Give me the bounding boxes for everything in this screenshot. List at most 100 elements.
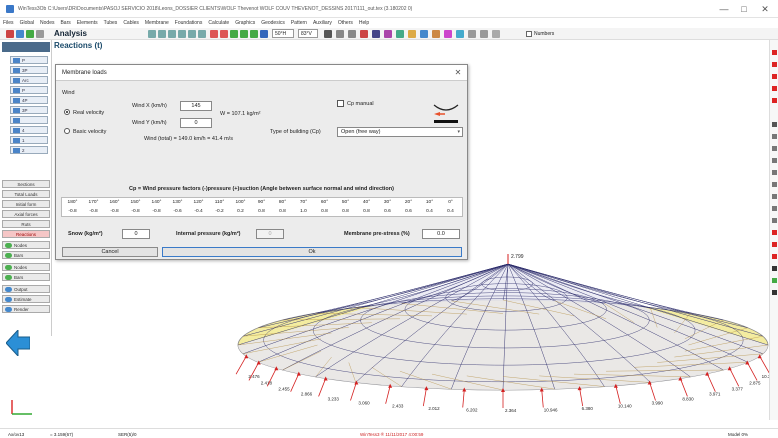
tool-icon[interactable] [772, 266, 777, 271]
check-icon[interactable] [480, 30, 488, 38]
menu-item[interactable]: Others [335, 18, 356, 26]
cp-value-cell[interactable]: -0.4 [191, 207, 206, 216]
reaction-marker-icon[interactable] [772, 74, 777, 79]
close-icon[interactable]: ✕ [452, 67, 464, 79]
tool-icon[interactable] [772, 242, 777, 247]
sidebar-tool-button[interactable]: P [10, 86, 48, 94]
nav-bars-2[interactable]: Bars [2, 273, 50, 281]
cp-value-cell[interactable]: 0.8 [254, 207, 269, 216]
cancel-button[interactable]: Cancel [62, 247, 158, 257]
measure-icon[interactable] [360, 30, 368, 38]
menu-item[interactable]: Nodes [37, 18, 57, 26]
render-icon[interactable] [444, 30, 452, 38]
sidebar-tool-button[interactable]: Arc [10, 76, 48, 84]
grid-icon[interactable] [336, 30, 344, 38]
menu-item[interactable]: Pattern [288, 18, 310, 26]
tool-icon[interactable] [772, 194, 777, 199]
wind-x-input[interactable]: 145 [180, 101, 212, 111]
menu-item[interactable]: Help [356, 18, 372, 26]
cp-value-cell[interactable]: 0.6 [380, 207, 395, 216]
menu-item[interactable]: Elements [74, 18, 101, 26]
cp-value-cell[interactable]: -0.6 [170, 207, 185, 216]
nav-render[interactable]: Render [2, 305, 50, 313]
zoom-window-icon[interactable] [220, 30, 228, 38]
cp-value-cell[interactable]: 0.8 [275, 207, 290, 216]
building-type-select[interactable]: Open (free way) ▾ [337, 127, 463, 137]
view-icon[interactable] [158, 30, 166, 38]
export-icon[interactable] [456, 30, 464, 38]
nav-initial-form[interactable]: Initial form [2, 200, 50, 208]
rotate-icon[interactable] [230, 30, 238, 38]
layers-icon[interactable] [324, 30, 332, 38]
cp-value-cell[interactable]: -0.8 [149, 207, 164, 216]
cp-value-cell[interactable]: -0.8 [86, 207, 101, 216]
cp-value-cell[interactable]: 0.8 [317, 207, 332, 216]
prestress-input[interactable]: 0.0 [422, 229, 460, 239]
internal-pressure-input[interactable]: 0 [256, 229, 284, 239]
save-file-icon[interactable] [26, 30, 34, 38]
horizontal-angle-select[interactable]: 50°H [272, 29, 294, 38]
sidebar-tool-button[interactable]: 2 [10, 146, 48, 154]
nav-sections[interactable]: Sections [2, 180, 50, 188]
shade-icon[interactable] [432, 30, 440, 38]
tool-icon[interactable] [772, 182, 777, 187]
menu-item[interactable]: Files [0, 18, 17, 26]
sidebar-tool-button[interactable] [10, 116, 48, 124]
minimize-button[interactable]: — [716, 3, 732, 15]
view-icon[interactable] [178, 30, 186, 38]
tool-icon[interactable] [772, 254, 777, 259]
nav-axial-forces[interactable]: Axial forces [2, 210, 50, 218]
menu-item[interactable]: Global [17, 18, 37, 26]
style-icon[interactable] [396, 30, 404, 38]
ok-button[interactable]: Ok [162, 247, 462, 257]
basic-velocity-radio[interactable] [64, 128, 70, 134]
view-icon[interactable] [148, 30, 156, 38]
menu-item[interactable]: Foundations [172, 18, 206, 26]
tool-icon[interactable] [772, 122, 777, 127]
tool-icon[interactable] [772, 206, 777, 211]
view-icon[interactable] [188, 30, 196, 38]
cp-value-cell[interactable]: 1.0 [296, 207, 311, 216]
globe-icon[interactable] [260, 30, 268, 38]
print-icon[interactable] [36, 30, 44, 38]
new-file-icon[interactable] [6, 30, 14, 38]
wind-y-input[interactable]: 0 [180, 118, 212, 128]
menu-item[interactable]: Auxiliary [310, 18, 335, 26]
cursor-icon[interactable] [492, 30, 500, 38]
maximize-button[interactable]: □ [736, 3, 752, 15]
cp-value-cell[interactable]: -0.8 [65, 207, 80, 216]
color-icon[interactable] [384, 30, 392, 38]
sidebar-tool-button[interactable]: P [10, 56, 48, 64]
tool-icon[interactable] [772, 146, 777, 151]
view-icon[interactable] [198, 30, 206, 38]
open-file-icon[interactable] [16, 30, 24, 38]
reaction-marker-icon[interactable] [772, 98, 777, 103]
sidebar-tool-button[interactable]: 4P [10, 96, 48, 104]
tool-icon[interactable] [772, 278, 777, 283]
snow-input[interactable]: 0 [122, 229, 150, 239]
nav-ruts[interactable]: Ruts [2, 220, 50, 228]
menu-item[interactable]: Cables [120, 18, 142, 26]
nav-bars[interactable]: Bars [2, 251, 50, 259]
tool-icon[interactable] [772, 134, 777, 139]
tool-icon[interactable] [772, 230, 777, 235]
surface-icon[interactable] [420, 30, 428, 38]
close-window-button[interactable]: ✕ [757, 3, 773, 15]
cp-value-cell[interactable]: 0.8 [338, 207, 353, 216]
info-icon[interactable] [372, 30, 380, 38]
sidebar-tool-button[interactable]: 4 [10, 126, 48, 134]
nav-estimate[interactable]: Estimate [2, 295, 50, 303]
settings-icon[interactable] [348, 30, 356, 38]
menu-item[interactable]: Membrane [142, 18, 172, 26]
play-icon[interactable] [250, 30, 258, 38]
reaction-marker-icon[interactable] [772, 62, 777, 67]
tool-icon[interactable] [772, 218, 777, 223]
nav-reactions[interactable]: Reactions [2, 230, 50, 238]
nav-nodes-2[interactable]: Nodes [2, 263, 50, 271]
cp-value-cell[interactable]: 0.8 [359, 207, 374, 216]
nav-output[interactable]: Output [2, 285, 50, 293]
sidebar-tool-button[interactable]: 3P [10, 106, 48, 114]
sidebar-tool-button[interactable]: 1 [10, 136, 48, 144]
sidebar-tool-button[interactable]: 3P [10, 66, 48, 74]
cp-value-cell[interactable]: 0.2 [233, 207, 248, 216]
